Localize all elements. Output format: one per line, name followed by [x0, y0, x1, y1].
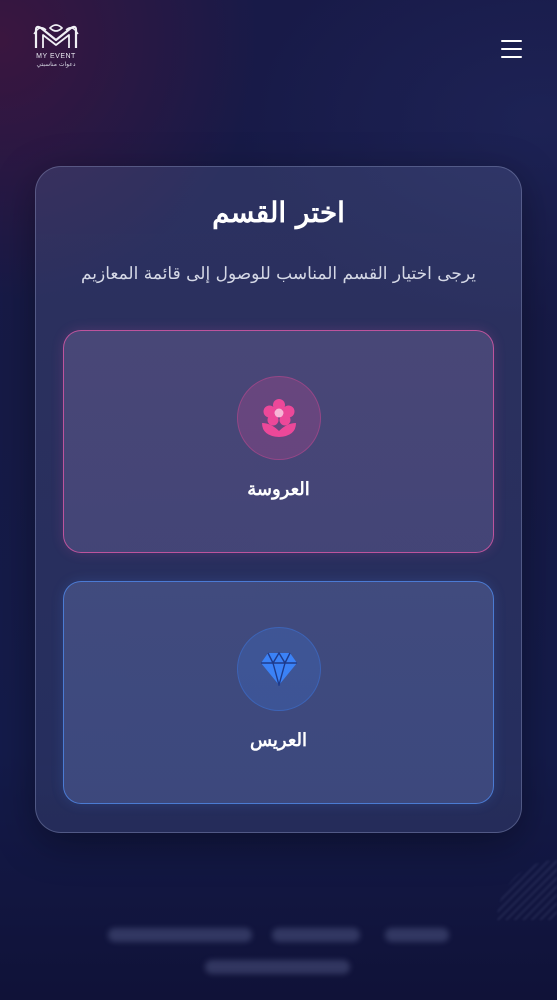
footer-copyright: [205, 960, 350, 974]
page-subtitle: يرجى اختيار القسم المناسب للوصول إلى قائ…: [80, 264, 477, 284]
footer-link[interactable]: [385, 928, 449, 942]
bride-icon-circle: [237, 376, 321, 460]
logo[interactable]: MY EVENT دعوات مناسبتي: [30, 22, 82, 72]
menu-button[interactable]: [501, 40, 525, 58]
diamond-icon: [261, 652, 297, 686]
bride-option-button[interactable]: العروسة: [63, 330, 494, 553]
bride-option-label: العروسة: [247, 479, 310, 500]
footer: [0, 900, 557, 1000]
footer-link[interactable]: [272, 928, 360, 942]
footer-link[interactable]: [108, 928, 252, 942]
hamburger-icon-line: [501, 56, 522, 58]
groom-icon-circle: [237, 627, 321, 711]
hamburger-icon-line: [501, 48, 522, 50]
groom-option-label: العريس: [249, 730, 308, 751]
page-title: اختر القسم: [212, 196, 345, 229]
hamburger-icon: [501, 40, 522, 42]
logo-mark-icon: [33, 24, 79, 48]
groom-option-button[interactable]: العريس: [63, 581, 494, 804]
flower-icon: [262, 399, 296, 437]
logo-text-ar: دعوات مناسبتي: [36, 61, 76, 68]
logo-text-en: MY EVENT: [36, 53, 76, 60]
